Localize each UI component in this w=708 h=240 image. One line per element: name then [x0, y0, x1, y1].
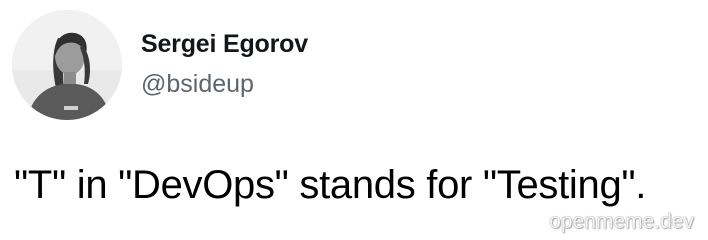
watermark: openmeme.dev	[549, 210, 694, 233]
avatar-photo-icon	[12, 10, 122, 120]
tweet-text: "T" in "DevOps" stands for "Testing".	[14, 163, 647, 207]
author-handle[interactable]: @bsideup	[141, 68, 308, 100]
avatar[interactable]	[12, 10, 122, 120]
author-block: Sergei Egorov @bsideup	[141, 28, 308, 100]
author-display-name[interactable]: Sergei Egorov	[141, 28, 308, 60]
tweet-card: Sergei Egorov @bsideup "T" in "DevOps" s…	[0, 0, 708, 240]
